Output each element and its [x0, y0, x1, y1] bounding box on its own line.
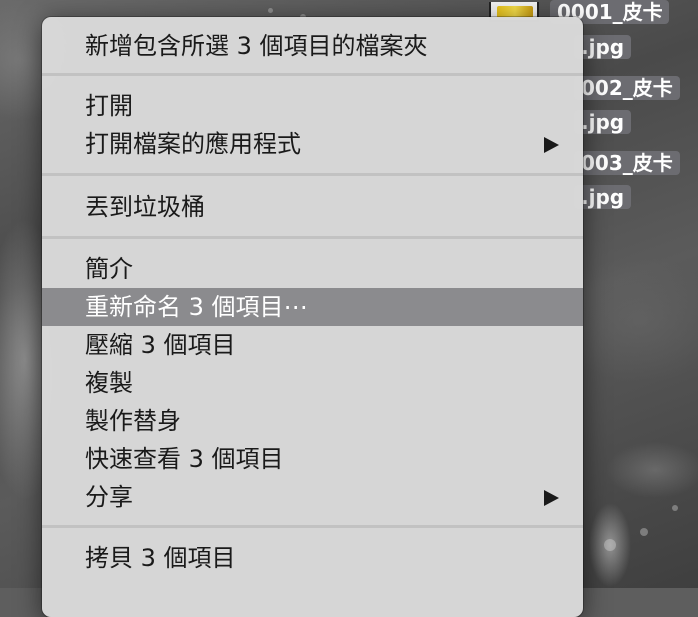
background-speck: [672, 505, 678, 511]
menu-item-compress[interactable]: 壓縮 3 個項目: [42, 326, 583, 364]
context-menu: 新增包含所選 3 個項目的檔案夾 打開 打開檔案的應用程式 丟到垃圾桶 簡介 重…: [42, 17, 583, 617]
menu-item-copy[interactable]: 拷貝 3 個項目: [42, 539, 583, 577]
menu-separator: [42, 173, 583, 176]
menu-item-quick-look[interactable]: 快速查看 3 個項目: [42, 440, 583, 478]
menu-item-open-with[interactable]: 打開檔案的應用程式: [42, 125, 583, 163]
submenu-arrow-icon: [544, 137, 559, 153]
background-speck: [640, 528, 648, 536]
menu-item-make-alias[interactable]: 製作替身: [42, 402, 583, 440]
menu-item-share-label: 分享: [85, 483, 133, 511]
menu-item-get-info[interactable]: 簡介: [42, 250, 583, 288]
file-label-2-line1[interactable]: 002_皮卡: [574, 76, 680, 100]
menu-item-share[interactable]: 分享: [42, 478, 583, 516]
menu-separator: [42, 73, 583, 76]
menu-separator: [42, 525, 583, 528]
background-speck: [268, 8, 273, 13]
menu-item-open-with-label: 打開檔案的應用程式: [85, 130, 301, 158]
menu-item-move-to-trash[interactable]: 丟到垃圾桶: [42, 188, 583, 226]
background-speck: [604, 539, 616, 551]
menu-item-open[interactable]: 打開: [42, 87, 583, 125]
file-label-3-line1[interactable]: 003_皮卡: [574, 151, 680, 175]
submenu-arrow-icon: [544, 490, 559, 506]
menu-item-new-folder[interactable]: 新增包含所選 3 個項目的檔案夾: [42, 27, 583, 65]
menu-item-rename[interactable]: 重新命名 3 個項目⋯: [42, 288, 583, 326]
menu-item-duplicate[interactable]: 複製: [42, 364, 583, 402]
menu-separator: [42, 236, 583, 239]
